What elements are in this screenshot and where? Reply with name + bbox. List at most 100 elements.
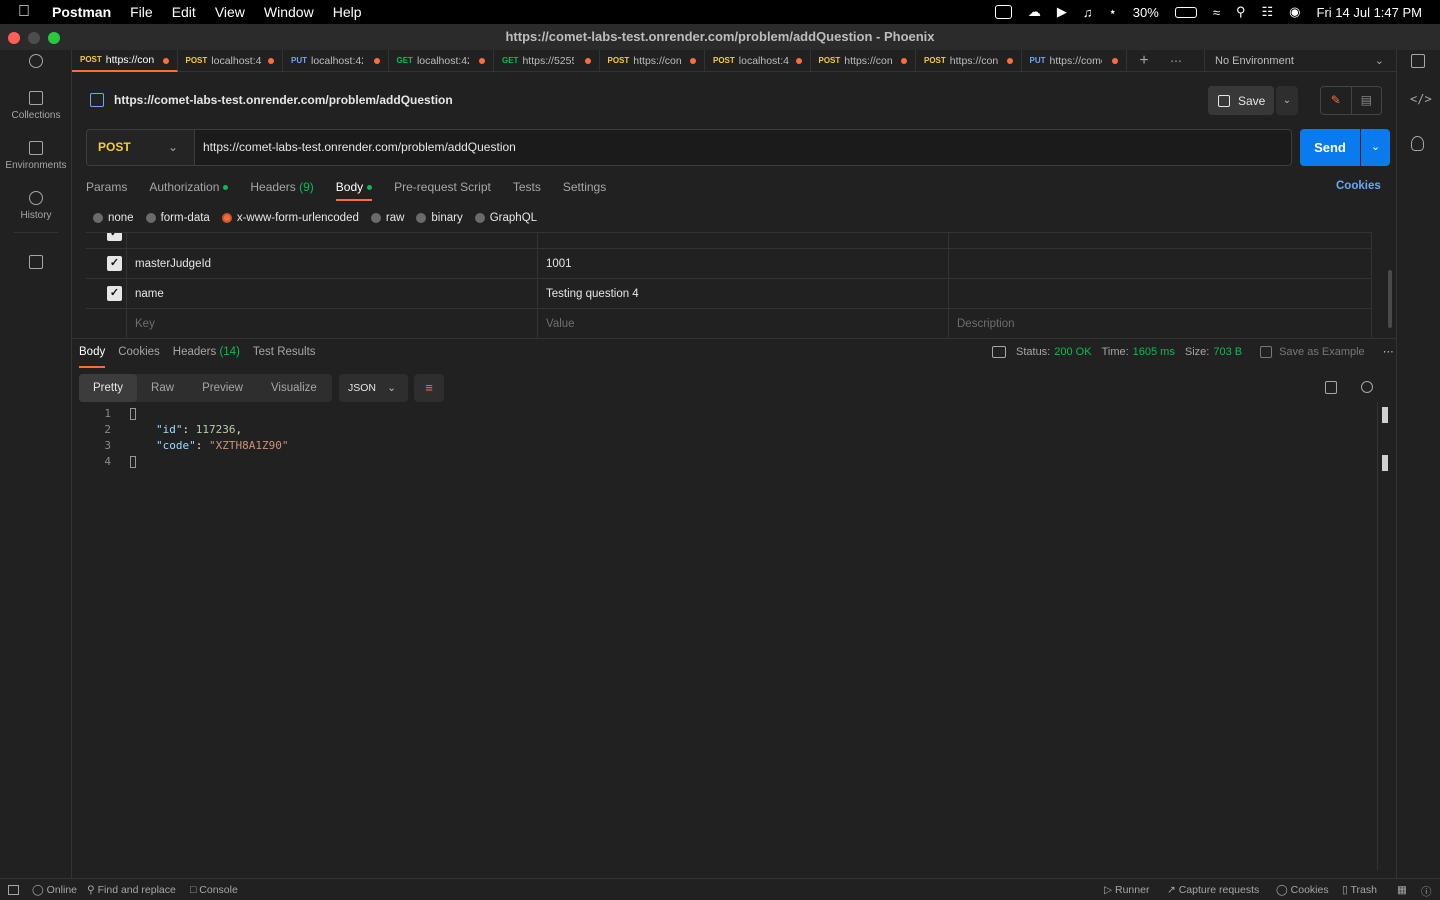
online-status[interactable]: ◯ Online (32, 884, 77, 896)
new-tab-plus-icon[interactable]: + (1127, 52, 1161, 70)
request-tab[interactable]: POST https://con (600, 49, 705, 72)
response-tab-test-results[interactable]: Test Results (253, 343, 316, 361)
radio-binary[interactable]: binary (416, 212, 463, 224)
response-tab-cookies[interactable]: Cookies (118, 343, 160, 361)
value-cell[interactable] (538, 233, 949, 249)
menu-view[interactable]: View (215, 4, 245, 20)
response-tab-headers[interactable]: Headers (14) (173, 343, 240, 361)
clock[interactable]: Fri 14 Jul 1:47 PM (1317, 5, 1423, 20)
search-icon[interactable]: ⚲ (1236, 4, 1246, 20)
send-button[interactable]: Send (1300, 129, 1360, 166)
sidebar-item-history[interactable]: History (0, 191, 72, 221)
url-input[interactable]: https://comet-labs-test.onrender.com/pro… (194, 129, 1292, 166)
fullscreen-window-button[interactable] (48, 32, 60, 44)
value-cell[interactable]: Testing question 4 (538, 279, 949, 309)
description-placeholder[interactable]: Description (949, 309, 1372, 339)
sidebar-item-configure[interactable] (0, 255, 72, 274)
key-cell[interactable]: name (127, 279, 538, 309)
radio-raw[interactable]: raw (370, 212, 404, 224)
key-placeholder[interactable]: Key (127, 309, 538, 339)
request-tab[interactable]: POST https://con (916, 49, 1022, 72)
request-tab[interactable]: PUT localhost:42 (283, 49, 389, 72)
request-title[interactable]: https://comet-labs-test.onrender.com/pro… (114, 93, 453, 107)
console-button[interactable]: □ Console (190, 884, 238, 896)
menu-app-name[interactable]: Postman (52, 4, 111, 20)
bluetooth-icon[interactable]: ⋆ (1109, 4, 1117, 20)
code-icon[interactable]: </> (1410, 92, 1432, 106)
description-cell[interactable] (949, 233, 1372, 249)
play-icon[interactable]: ▶ (1057, 4, 1067, 20)
save-as-example-button[interactable]: Save as Example (1279, 346, 1365, 358)
lightbulb-icon[interactable] (1411, 136, 1424, 151)
view-pretty[interactable]: Pretty (79, 374, 138, 402)
format-select[interactable]: JSON ⌄ (339, 374, 408, 402)
value-placeholder[interactable]: Value (538, 309, 949, 339)
params-scrollbar[interactable] (1388, 270, 1392, 328)
request-tab[interactable]: POST localhost:4 (178, 49, 283, 72)
cloud-icon[interactable]: ☁ (1028, 4, 1041, 20)
time-value[interactable]: 1605 ms (1133, 346, 1175, 358)
view-visualize[interactable]: Visualize (257, 374, 331, 402)
tab-settings[interactable]: Settings (563, 178, 606, 202)
scroll-marker[interactable] (1382, 455, 1388, 471)
menu-help[interactable]: Help (333, 4, 362, 20)
request-tab[interactable]: GET localhost:42 (389, 49, 494, 72)
tab-prerequest-script[interactable]: Pre-request Script (394, 178, 491, 202)
radio-graphql[interactable]: GraphQL (474, 212, 537, 224)
checkbox[interactable]: ✓ (107, 233, 122, 241)
more-tabs-icon[interactable]: ⋯ (1161, 54, 1191, 68)
capture-requests-button[interactable]: ↗ Capture requests (1167, 884, 1259, 896)
key-cell[interactable]: masterJudgeId (127, 249, 538, 279)
view-raw[interactable]: Raw (137, 374, 188, 402)
tab-tests[interactable]: Tests (513, 178, 541, 202)
toggle-sidebar-icon[interactable] (8, 885, 19, 895)
battery-percent[interactable]: 30% (1133, 5, 1159, 20)
cookies-button[interactable]: ◯ Cookies (1276, 884, 1329, 896)
checkbox[interactable]: ✓ (107, 286, 122, 301)
request-tab[interactable]: POST https://con (811, 49, 916, 72)
more-options-icon[interactable]: ⋯ (1383, 345, 1394, 358)
siri-icon[interactable]: ◉ (1289, 4, 1300, 20)
description-cell[interactable] (949, 249, 1372, 279)
wifi-icon[interactable]: ≈ (1213, 5, 1220, 20)
sidebar-item-environments[interactable]: Environments (0, 141, 72, 171)
view-preview[interactable]: Preview (188, 374, 257, 402)
layout-icon[interactable]: ▦ (1397, 884, 1407, 896)
cookies-link[interactable]: Cookies (1336, 180, 1381, 192)
control-center-icon[interactable]: ☷ (1262, 4, 1274, 20)
request-tab[interactable]: POST localhost:4 (705, 49, 811, 72)
help-icon[interactable]: ⓘ (1421, 884, 1432, 899)
request-tab[interactable]: PUT https://come (1022, 49, 1127, 72)
environment-quick-look-icon[interactable] (1411, 54, 1425, 68)
radio-urlencoded[interactable]: x-www-form-urlencoded (221, 212, 359, 224)
status-value[interactable]: 200 OK (1054, 346, 1091, 358)
find-replace-button[interactable]: ⚲ Find and replace (87, 884, 176, 896)
comments-icon[interactable]: ▤ (1352, 87, 1382, 114)
mute-icon[interactable]: ♫ (1083, 5, 1093, 20)
tab-authorization[interactable]: Authorization (149, 178, 229, 202)
checkbox[interactable]: ✓ (107, 256, 122, 271)
menu-file[interactable]: File (130, 4, 153, 20)
screen-record-icon[interactable] (994, 5, 1012, 19)
description-cell[interactable] (949, 279, 1372, 309)
size-value[interactable]: 703 B (1213, 346, 1242, 358)
tab-body[interactable]: Body (335, 178, 373, 202)
wrap-lines-icon[interactable]: ≡ (414, 374, 444, 402)
globe-icon[interactable] (992, 345, 1006, 358)
scroll-marker[interactable] (1382, 407, 1388, 423)
trash-button[interactable]: ▯ Trash (1342, 884, 1377, 896)
environment-select[interactable]: No Environment ⌄ (1204, 50, 1396, 72)
radio-none[interactable]: none (93, 212, 134, 224)
runner-button[interactable]: ▷ Runner (1104, 884, 1149, 896)
tab-params[interactable]: Params (86, 178, 127, 202)
minimize-window-button[interactable] (28, 32, 40, 44)
response-tab-body[interactable]: Body (79, 343, 106, 368)
menu-edit[interactable]: Edit (172, 4, 196, 20)
request-tab[interactable]: POST https://con (72, 49, 178, 72)
close-window-button[interactable] (8, 32, 20, 44)
method-select[interactable]: POST ⌄ (86, 129, 194, 166)
save-options-chevron-icon[interactable]: ⌄ (1276, 86, 1298, 115)
menu-window[interactable]: Window (264, 4, 314, 20)
account-icon[interactable] (0, 54, 72, 73)
radio-form-data[interactable]: form-data (145, 212, 210, 224)
